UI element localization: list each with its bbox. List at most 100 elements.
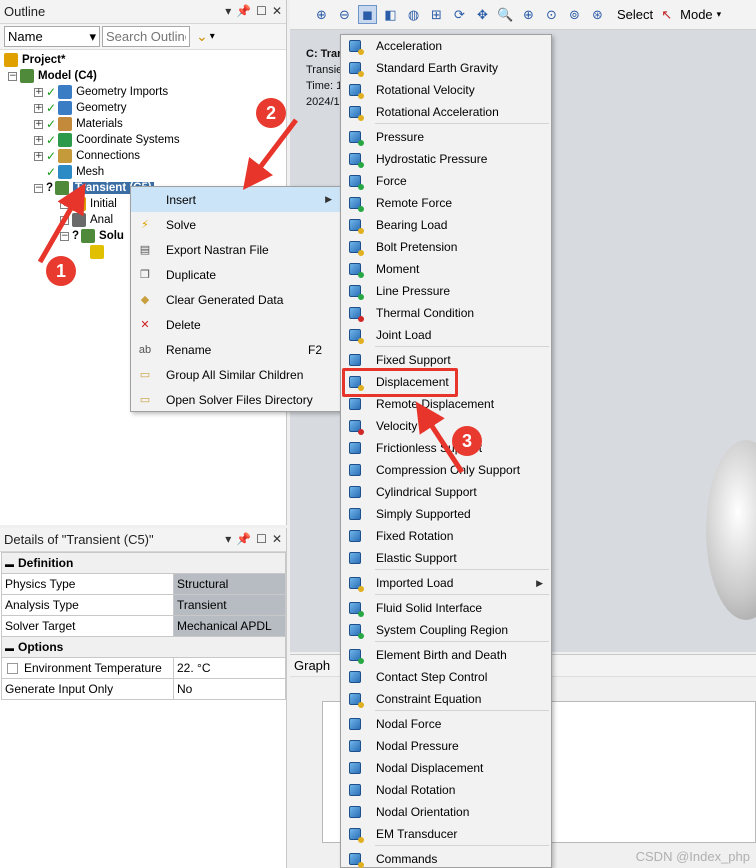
insert-item-em-transducer[interactable]: EM Transducer bbox=[341, 823, 551, 845]
insert-item-elastic-support[interactable]: Elastic Support bbox=[341, 547, 551, 569]
insert-item-frictionless-support[interactable]: Frictionless Support bbox=[341, 437, 551, 459]
menu-item-delete[interactable]: ✕ Delete bbox=[131, 312, 340, 337]
zoom-in-icon[interactable]: ⊕ bbox=[312, 5, 331, 24]
cursor-icon[interactable]: ↖ bbox=[657, 5, 676, 24]
menu-item-clear-generated-data[interactable]: ◆ Clear Generated Data bbox=[131, 287, 340, 312]
insert-item-standard-earth-gravity[interactable]: Standard Earth Gravity bbox=[341, 57, 551, 79]
insert-item-constraint-equation[interactable]: Constraint Equation bbox=[341, 688, 551, 710]
expand-icon[interactable]: + bbox=[34, 87, 43, 97]
dropdown-icon[interactable]: ▾ bbox=[225, 4, 231, 18]
mode-button[interactable]: Mode bbox=[680, 7, 713, 22]
details-value[interactable]: No bbox=[173, 678, 286, 700]
expand-icon[interactable]: + bbox=[34, 119, 43, 129]
insert-item-contact-step-control[interactable]: Contact Step Control bbox=[341, 666, 551, 688]
insert-item-fluid-solid-interface[interactable]: Fluid Solid Interface bbox=[341, 597, 551, 619]
tree-node[interactable]: + ✓ Connections bbox=[34, 148, 140, 164]
collapse-icon[interactable]: − bbox=[34, 183, 43, 193]
details-row[interactable]: Analysis Type Transient bbox=[1, 594, 286, 616]
details-row[interactable]: Physics Type Structural bbox=[1, 573, 286, 595]
insert-item-nodal-rotation[interactable]: Nodal Rotation bbox=[341, 779, 551, 801]
insert-item-fixed-rotation[interactable]: Fixed Rotation bbox=[341, 525, 551, 547]
dropdown-icon[interactable]: ▾ bbox=[225, 532, 231, 546]
expand-icon[interactable]: + bbox=[34, 135, 43, 145]
insert-item-velocity[interactable]: Velocity bbox=[341, 415, 551, 437]
details-value[interactable]: 22. °C bbox=[173, 657, 286, 679]
insert-item-compression-only-support[interactable]: Compression Only Support bbox=[341, 459, 551, 481]
cube-view-icon[interactable]: ◼ bbox=[358, 5, 377, 24]
search-outline-input[interactable] bbox=[102, 26, 190, 47]
insert-item-force[interactable]: Force bbox=[341, 170, 551, 192]
details-section-header[interactable]: ▬ Definition bbox=[1, 552, 286, 574]
insert-item-imported-load[interactable]: Imported Load ▶ bbox=[341, 572, 551, 594]
filter-chevron-icon[interactable]: ⌄ bbox=[196, 28, 208, 45]
expand-icon[interactable]: + bbox=[34, 151, 43, 161]
details-row[interactable]: Generate Input Only No bbox=[1, 678, 286, 700]
details-row[interactable]: Solver Target Mechanical APDL bbox=[1, 615, 286, 637]
select-button[interactable]: Select bbox=[617, 7, 653, 22]
layout-icon[interactable]: ⊞ bbox=[427, 5, 446, 24]
tree-node[interactable] bbox=[90, 244, 108, 260]
magnifier-icon[interactable]: ⊛ bbox=[588, 5, 607, 24]
insert-item-simply-supported[interactable]: Simply Supported bbox=[341, 503, 551, 525]
insert-item-moment[interactable]: Moment bbox=[341, 258, 551, 280]
collapse-icon[interactable]: ▬ bbox=[5, 559, 14, 569]
parameter-checkbox[interactable] bbox=[7, 663, 18, 675]
details-section-header[interactable]: ▬ Options bbox=[1, 636, 286, 658]
filter-dropdown-icon[interactable]: ▾ bbox=[210, 31, 215, 42]
insert-item-element-birth-and-death[interactable]: Element Birth and Death bbox=[341, 644, 551, 666]
tree-node[interactable]: −? Solu bbox=[60, 228, 124, 244]
details-value[interactable]: Structural bbox=[173, 573, 286, 595]
tree-node[interactable]: + ✓ Coordinate Systems bbox=[34, 132, 180, 148]
insert-item-nodal-displacement[interactable]: Nodal Displacement bbox=[341, 757, 551, 779]
maximize-icon[interactable]: ☐ bbox=[256, 532, 267, 546]
zoom-box-icon[interactable]: ⊕ bbox=[519, 5, 538, 24]
render-icon[interactable]: ◍ bbox=[404, 5, 423, 24]
tree-node[interactable]: − Model (C4) bbox=[8, 68, 97, 84]
insert-item-remote-force[interactable]: Remote Force bbox=[341, 192, 551, 214]
tree-node[interactable]: + ✓ Materials bbox=[34, 116, 123, 132]
zoom-fit-icon[interactable]: ⊙ bbox=[542, 5, 561, 24]
expand-icon[interactable]: + bbox=[34, 103, 43, 113]
insert-item-bolt-pretension[interactable]: Bolt Pretension bbox=[341, 236, 551, 258]
insert-item-rotational-velocity[interactable]: Rotational Velocity bbox=[341, 79, 551, 101]
insert-item-nodal-pressure[interactable]: Nodal Pressure bbox=[341, 735, 551, 757]
details-row[interactable]: Environment Temperature 22. °C bbox=[1, 657, 286, 679]
details-value[interactable]: Transient bbox=[173, 594, 286, 616]
insert-item-nodal-orientation[interactable]: Nodal Orientation bbox=[341, 801, 551, 823]
menu-item-solve[interactable]: ⚡ Solve bbox=[131, 212, 340, 237]
close-icon[interactable]: ✕ bbox=[272, 532, 282, 546]
collapse-icon[interactable]: ▬ bbox=[5, 643, 14, 653]
zoom-icon[interactable]: 🔍 bbox=[496, 5, 515, 24]
filter-combo[interactable]: Name ▾ bbox=[4, 26, 100, 47]
pin-icon[interactable]: 📌 bbox=[236, 532, 251, 546]
zoom-out-icon[interactable]: ⊖ bbox=[335, 5, 354, 24]
maximize-icon[interactable]: ☐ bbox=[256, 4, 267, 18]
menu-item-group-all-similar-children[interactable]: ▭ Group All Similar Children bbox=[131, 362, 340, 387]
mode-dropdown-icon[interactable]: ▾ bbox=[717, 9, 722, 20]
insert-item-system-coupling-region[interactable]: System Coupling Region bbox=[341, 619, 551, 641]
menu-item-export-nastran-file[interactable]: ▤ Export Nastran File bbox=[131, 237, 340, 262]
insert-item-cylindrical-support[interactable]: Cylindrical Support bbox=[341, 481, 551, 503]
details-value[interactable]: Mechanical APDL bbox=[173, 615, 286, 637]
zoom-all-icon[interactable]: ⊚ bbox=[565, 5, 584, 24]
collapse-icon[interactable]: − bbox=[8, 71, 17, 81]
menu-item-rename[interactable]: ab Rename F2 bbox=[131, 337, 340, 362]
menu-item-duplicate[interactable]: ❐ Duplicate bbox=[131, 262, 340, 287]
tree-node[interactable]: Project* bbox=[4, 52, 65, 68]
close-icon[interactable]: ✕ bbox=[272, 4, 282, 18]
collapse-icon[interactable]: − bbox=[60, 231, 69, 241]
rotate-icon[interactable]: ⟳ bbox=[450, 5, 469, 24]
pan-icon[interactable]: ✥ bbox=[473, 5, 492, 24]
insert-item-line-pressure[interactable]: Line Pressure bbox=[341, 280, 551, 302]
menu-item-open-solver-files-directory[interactable]: ▭ Open Solver Files Directory bbox=[131, 387, 340, 412]
tree-node[interactable]: + Anal bbox=[60, 212, 113, 228]
insert-item-thermal-condition[interactable]: Thermal Condition bbox=[341, 302, 551, 324]
expand-icon[interactable]: + bbox=[60, 215, 69, 225]
insert-item-pressure[interactable]: Pressure bbox=[341, 126, 551, 148]
expand-icon[interactable]: + bbox=[60, 199, 69, 209]
tree-node[interactable]: + ✓ Geometry bbox=[34, 100, 127, 116]
insert-item-nodal-force[interactable]: Nodal Force bbox=[341, 713, 551, 735]
insert-item-rotational-acceleration[interactable]: Rotational Acceleration bbox=[341, 101, 551, 123]
insert-item-joint-load[interactable]: Joint Load bbox=[341, 324, 551, 346]
insert-item-acceleration[interactable]: Acceleration bbox=[341, 35, 551, 57]
